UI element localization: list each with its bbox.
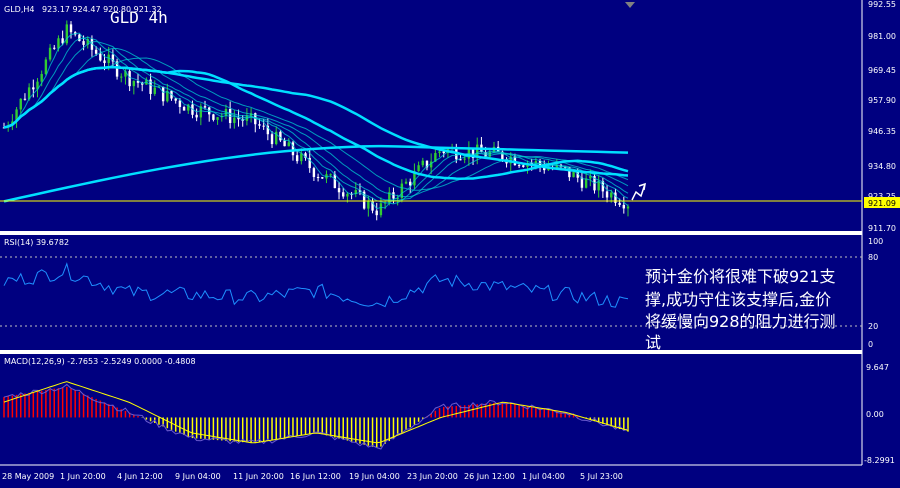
candle-body	[32, 87, 35, 90]
candle-body	[195, 114, 198, 118]
candle-body	[463, 158, 466, 160]
rsi-tick: 80	[868, 253, 878, 262]
candle-body	[610, 192, 613, 198]
candle-body	[103, 60, 106, 64]
candle-body	[622, 204, 626, 209]
candle-body	[312, 168, 316, 177]
chart-window: GLD,H4 923.17 924.47 920.80 921.32 GLD 4…	[0, 0, 900, 488]
time-tick: 26 Jun 12:00	[464, 472, 515, 481]
rsi-label: RSI(14) 39.6782	[4, 238, 69, 247]
annotation-line: 撑,成功守住该支撑后,金价	[645, 290, 831, 309]
candle-body	[82, 41, 85, 45]
candle-body	[153, 87, 156, 94]
candle-body	[295, 155, 299, 162]
time-tick: 1 Jun 20:00	[60, 472, 106, 481]
candle-body	[329, 174, 332, 176]
candle-body	[262, 125, 265, 127]
candle-body	[258, 124, 261, 126]
candle-body	[346, 193, 349, 197]
candle-body	[19, 98, 22, 110]
time-tick: 28 May 2009	[2, 472, 54, 481]
symbol-label: GLD,H4	[4, 5, 34, 14]
candle-body	[270, 134, 274, 145]
price-tick: 911.70	[868, 224, 896, 233]
candle-body	[44, 59, 48, 75]
rsi-tick: 0	[868, 340, 873, 349]
rsi-tick: 20	[868, 322, 878, 331]
time-tick: 5 Jul 23:00	[580, 472, 623, 481]
candle-body	[618, 202, 621, 205]
price-tick: 969.45	[868, 66, 896, 75]
candle-body	[212, 114, 215, 120]
macd-tick: 0.00	[866, 410, 884, 419]
current-price-tag: 921.09	[868, 199, 896, 208]
candle-body	[522, 165, 525, 167]
price-tick: 934.80	[868, 162, 896, 171]
time-tick: 19 Jun 04:00	[349, 472, 400, 481]
candle-body	[203, 106, 207, 108]
annotation-line: 试	[645, 333, 661, 352]
candle-body	[161, 86, 165, 102]
macd-tick: 9.647	[866, 363, 889, 372]
candle-body	[367, 200, 370, 209]
macd-panel[interactable]	[0, 354, 862, 465]
candle-body	[584, 178, 588, 188]
annotation-line: 预计金价将很难下破921支	[645, 267, 836, 286]
candle-body	[379, 203, 383, 216]
time-tick: 4 Jun 12:00	[117, 472, 163, 481]
candle-body	[517, 165, 521, 167]
candle-body	[333, 174, 337, 189]
candle-body	[216, 117, 219, 120]
candle-body	[40, 74, 43, 82]
candle-body	[174, 98, 177, 101]
candle-body	[404, 181, 408, 184]
candle-body	[99, 53, 102, 61]
annotation-line: 将缓慢向928的阻力进行测	[645, 312, 836, 331]
candle-body	[626, 206, 630, 209]
candle-body	[78, 34, 81, 42]
macd-tick: -8.2991	[864, 456, 895, 465]
candle-body	[23, 98, 27, 100]
candle-body	[438, 151, 441, 154]
candle-body	[421, 160, 424, 166]
candle-body	[120, 76, 123, 78]
trading-chart[interactable]: GLD,H4 923.17 924.47 920.80 921.32 GLD 4…	[0, 0, 900, 488]
price-tick: 946.35	[868, 127, 896, 136]
candle-body	[69, 24, 73, 33]
price-tick: 957.90	[868, 96, 896, 105]
time-tick: 9 Jun 04:00	[175, 472, 221, 481]
candle-body	[417, 165, 420, 172]
time-axis: 28 May 2009 1 Jun 20:00 4 Jun 12:00 9 Ju…	[2, 472, 623, 481]
chart-title: GLD 4h	[110, 8, 168, 27]
price-tick: 981.00	[868, 32, 896, 41]
candle-body	[132, 80, 136, 87]
rsi-tick: 100	[868, 237, 883, 246]
price-tick: 992.55	[868, 0, 896, 9]
candle-body	[182, 106, 186, 111]
candle-body	[94, 49, 98, 54]
candle-body	[409, 181, 412, 186]
candle-body	[605, 191, 609, 198]
candle-body	[283, 140, 286, 147]
candle-body	[316, 176, 320, 178]
candle-body	[128, 71, 131, 87]
candle-body	[337, 188, 341, 193]
candle-body	[342, 192, 345, 197]
macd-label: MACD(12,26,9) -2.7653 -2.5249 0.0000 -0.…	[4, 357, 196, 366]
candle-body	[53, 47, 56, 49]
candle-body	[459, 159, 462, 161]
time-tick: 23 Jun 20:00	[407, 472, 458, 481]
candle-body	[375, 210, 378, 216]
candle-body	[321, 177, 324, 179]
price-panel[interactable]	[0, 0, 862, 231]
time-tick: 16 Jun 12:00	[290, 472, 341, 481]
candle-body	[48, 47, 52, 60]
time-tick: 1 Jul 04:00	[522, 472, 565, 481]
candle-body	[178, 100, 182, 107]
candle-body	[572, 171, 575, 178]
candle-body	[287, 142, 290, 147]
time-tick: 11 Jun 20:00	[233, 472, 284, 481]
candle-body	[279, 131, 282, 141]
candle-body	[233, 117, 236, 123]
